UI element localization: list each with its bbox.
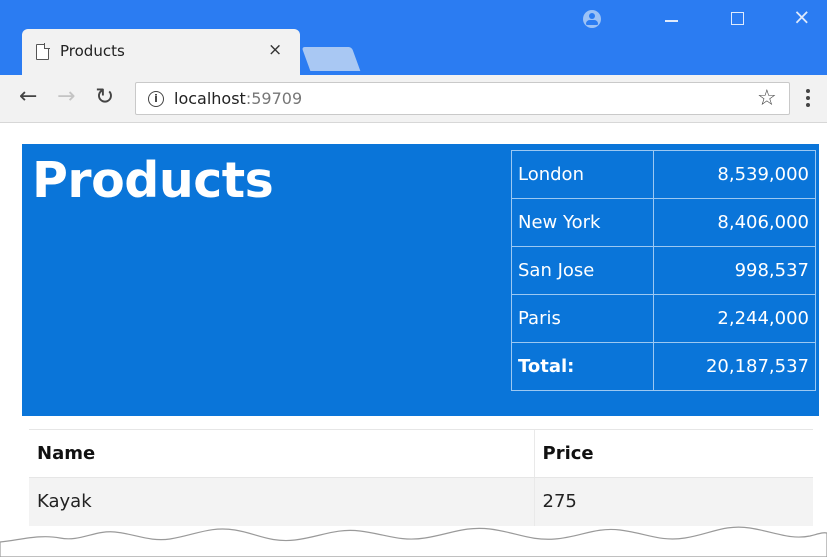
tab-close-icon[interactable]: × bbox=[268, 40, 282, 60]
maximize-icon[interactable] bbox=[731, 12, 744, 25]
address-bar[interactable]: i localhost:59709 ☆ bbox=[135, 82, 790, 115]
city-name: Paris bbox=[511, 294, 654, 343]
forward-arrow-icon[interactable]: → bbox=[57, 85, 75, 109]
minimize-icon[interactable] bbox=[665, 20, 678, 22]
city-name: New York bbox=[511, 198, 654, 247]
info-icon[interactable]: i bbox=[148, 91, 164, 107]
profile-icon[interactable] bbox=[583, 10, 601, 28]
browser-toolbar: ← → ↻ i localhost:59709 ☆ bbox=[0, 75, 827, 123]
table-header-row: Name Price bbox=[29, 429, 813, 478]
column-header-name: Name bbox=[29, 429, 534, 478]
table-row: New York 8,406,000 bbox=[511, 198, 816, 247]
page-icon bbox=[36, 43, 50, 60]
city-population-table: London 8,539,000 New York 8,406,000 San … bbox=[511, 150, 816, 391]
reload-icon[interactable]: ↻ bbox=[95, 85, 114, 109]
menu-icon[interactable] bbox=[806, 89, 810, 109]
tab-title: Products bbox=[60, 42, 125, 60]
city-population: 8,406,000 bbox=[653, 198, 816, 247]
column-header-price: Price bbox=[533, 429, 813, 478]
city-population: 8,539,000 bbox=[653, 150, 816, 199]
page-title: Products bbox=[32, 152, 274, 209]
url-port: :59709 bbox=[245, 89, 303, 108]
city-population: 998,537 bbox=[653, 246, 816, 295]
total-label: Total: bbox=[511, 342, 654, 391]
total-value: 20,187,537 bbox=[653, 342, 816, 391]
table-row: San Jose 998,537 bbox=[511, 246, 816, 295]
browser-tab[interactable]: Products × bbox=[22, 29, 300, 75]
browser-titlebar: Products × × bbox=[0, 0, 827, 75]
window-close-icon[interactable]: × bbox=[793, 5, 811, 29]
products-header-panel: Products London 8,539,000 New York 8,406… bbox=[22, 144, 819, 416]
table-row: London 8,539,000 bbox=[511, 150, 816, 199]
city-name: San Jose bbox=[511, 246, 654, 295]
back-arrow-icon[interactable]: ← bbox=[19, 85, 37, 109]
city-name: London bbox=[511, 150, 654, 199]
city-population: 2,244,000 bbox=[653, 294, 816, 343]
total-row: Total: 20,187,537 bbox=[511, 342, 816, 391]
new-tab-button[interactable] bbox=[301, 47, 361, 71]
url-host: localhost bbox=[174, 89, 246, 108]
star-icon[interactable]: ☆ bbox=[757, 86, 777, 111]
url-text: localhost:59709 bbox=[174, 89, 302, 108]
torn-edge-decoration bbox=[0, 526, 827, 557]
table-row: Paris 2,244,000 bbox=[511, 294, 816, 343]
